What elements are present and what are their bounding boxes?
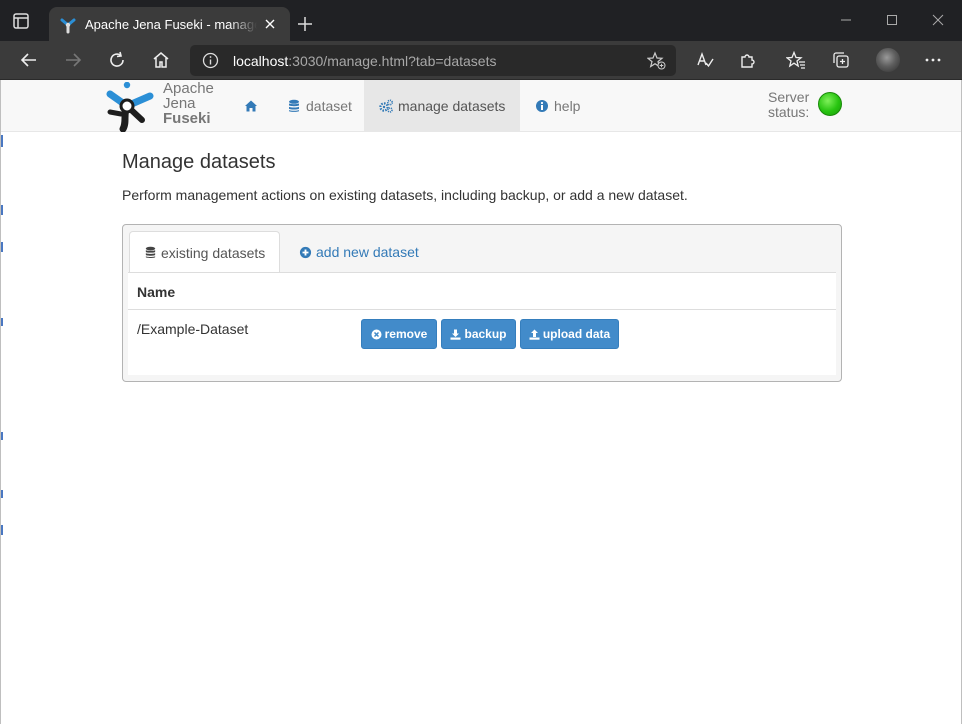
server-status-label: Server status: bbox=[768, 90, 809, 120]
refresh-icon[interactable] bbox=[107, 50, 127, 70]
page-description: Perform management actions on existing d… bbox=[122, 187, 688, 203]
minimize-icon[interactable] bbox=[838, 12, 854, 28]
nav-dataset[interactable]: dataset bbox=[272, 80, 367, 131]
forward-icon[interactable] bbox=[63, 50, 83, 70]
backup-button[interactable]: backup bbox=[441, 319, 516, 349]
info-icon bbox=[536, 99, 548, 112]
new-tab-icon[interactable] bbox=[296, 15, 314, 33]
nav-help[interactable]: help bbox=[520, 80, 595, 131]
server-status-line-2: status: bbox=[768, 104, 810, 120]
top-navbar: Apache Jena Fuseki dataset manage datase… bbox=[1, 80, 961, 132]
close-tab-icon[interactable] bbox=[263, 17, 277, 31]
backup-button-label: backup bbox=[464, 327, 507, 341]
logo-line-apache: Apache bbox=[163, 80, 214, 97]
nav-help-label: help bbox=[554, 97, 581, 114]
page-title: Manage datasets bbox=[122, 151, 276, 173]
plus-circle-icon bbox=[299, 246, 312, 258]
browser-tab[interactable]: Apache Jena Fuseki - manage datasets bbox=[49, 7, 290, 41]
read-aloud-icon[interactable] bbox=[695, 50, 715, 70]
home-icon bbox=[245, 100, 257, 111]
cogs-icon bbox=[379, 99, 393, 113]
tab-existing-datasets-label: existing datasets bbox=[161, 244, 266, 261]
logo-line-fuseki: Fuseki bbox=[163, 110, 211, 127]
dataset-name-cell: /Example-Dataset bbox=[137, 321, 249, 337]
database-icon bbox=[289, 99, 299, 112]
tab-title: Apache Jena Fuseki - manage datasets bbox=[85, 17, 257, 33]
upload-icon bbox=[529, 329, 540, 340]
server-status-indicator bbox=[818, 92, 842, 116]
datasets-table: Name /Example-Dataset remove backup uplo… bbox=[128, 272, 836, 375]
add-favorite-icon[interactable] bbox=[647, 51, 666, 70]
url-path: :3030/manage.html?tab=datasets bbox=[288, 53, 497, 69]
tab-existing-datasets[interactable]: existing datasets bbox=[129, 231, 280, 273]
logo-line-jena: Jena bbox=[163, 95, 196, 112]
fuseki-logo-icon[interactable] bbox=[105, 82, 157, 132]
tab-actions-icon[interactable] bbox=[12, 12, 30, 30]
page-content: Apache Jena Fuseki dataset manage datase… bbox=[0, 80, 962, 724]
remove-button-label: remove bbox=[384, 327, 428, 341]
server-status-line-1: Server bbox=[768, 89, 810, 105]
url-text[interactable]: localhost:3030/manage.html?tab=datasets bbox=[233, 53, 496, 69]
site-info-icon[interactable] bbox=[202, 52, 219, 69]
close-window-icon[interactable] bbox=[930, 12, 946, 28]
browser-titlebar: Apache Jena Fuseki - manage datasets bbox=[0, 0, 962, 41]
back-icon[interactable] bbox=[19, 50, 39, 70]
nav-home[interactable] bbox=[229, 80, 273, 131]
home-browser-icon[interactable] bbox=[151, 50, 171, 70]
remove-button[interactable]: remove bbox=[361, 319, 437, 349]
datasets-panel: existing datasets add new dataset Name /… bbox=[122, 224, 842, 382]
upload-data-button-label: upload data bbox=[542, 327, 611, 341]
column-header-name: Name bbox=[128, 273, 836, 310]
nav-manage-datasets[interactable]: manage datasets bbox=[364, 80, 521, 131]
nav-manage-datasets-label: manage datasets bbox=[398, 97, 506, 114]
upload-data-button[interactable]: upload data bbox=[520, 319, 619, 349]
database-icon bbox=[145, 246, 156, 258]
url-host: localhost bbox=[233, 53, 289, 69]
collections-icon[interactable] bbox=[831, 50, 851, 70]
download-icon bbox=[450, 329, 461, 340]
profile-avatar[interactable] bbox=[876, 48, 900, 72]
browser-toolbar: localhost:3030/manage.html?tab=datasets bbox=[0, 41, 962, 80]
tab-add-new-dataset-label: add new dataset bbox=[316, 244, 419, 260]
favorites-icon[interactable] bbox=[786, 50, 806, 70]
extensions-icon[interactable] bbox=[738, 50, 758, 70]
times-circle-icon bbox=[371, 329, 382, 339]
logo-text[interactable]: Apache Jena Fuseki bbox=[163, 81, 214, 126]
more-menu-icon[interactable] bbox=[923, 50, 943, 70]
tab-add-new-dataset[interactable]: add new dataset bbox=[285, 231, 433, 273]
fuseki-favicon-icon bbox=[60, 18, 76, 34]
address-bar[interactable]: localhost:3030/manage.html?tab=datasets bbox=[190, 45, 676, 76]
nav-dataset-label: dataset bbox=[306, 97, 352, 114]
maximize-icon[interactable] bbox=[884, 12, 900, 28]
